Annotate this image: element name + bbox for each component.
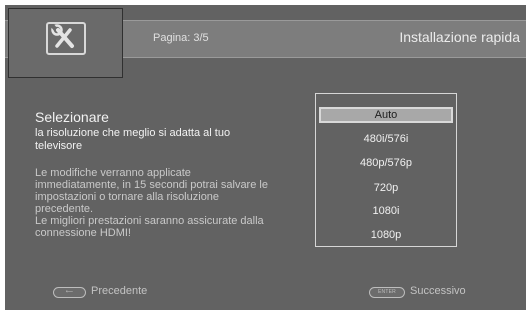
option-480i-576i[interactable]: 480i/576i: [319, 131, 453, 147]
next-label: Successivo: [410, 285, 466, 297]
back-label: Precedente: [91, 285, 148, 297]
back-key-icon[interactable]: ⟵: [53, 287, 86, 298]
page-indicator: Pagina: 3/5: [153, 32, 209, 44]
option-480p-576p[interactable]: 480p/576p: [319, 155, 453, 171]
enter-key-icon[interactable]: ENTER: [369, 287, 405, 298]
option-720p[interactable]: 720p: [319, 180, 453, 196]
instruction-subheading: la risoluzione che meglio si adatta al t…: [35, 127, 231, 152]
resolution-options-list: Auto 480i/576i 480p/576p 720p 1080i 1080…: [315, 93, 457, 247]
page-title: Installazione rapida: [399, 29, 520, 45]
icon-panel: [8, 8, 123, 78]
instruction-description: Le modifiche verranno applicate immediat…: [35, 167, 268, 239]
option-1080p[interactable]: 1080p: [319, 227, 453, 243]
option-1080i[interactable]: 1080i: [319, 203, 453, 219]
setup-screen: Pagina: 3/5 Installazione rapida Selezio…: [5, 5, 526, 310]
instruction-heading: Selezionare: [35, 109, 109, 125]
settings-wrench-icon: [46, 22, 86, 55]
option-auto[interactable]: Auto: [319, 107, 453, 123]
